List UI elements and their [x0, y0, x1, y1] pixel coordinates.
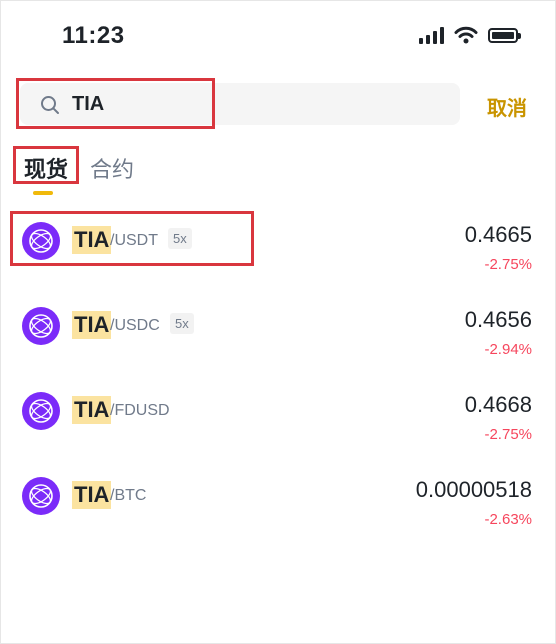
quote-asset: /BTC	[110, 487, 147, 504]
last-price: 0.4656	[464, 307, 532, 332]
tia-coin-icon	[22, 222, 60, 260]
last-price: 0.4665	[464, 222, 532, 247]
pair-row[interactable]: TIA /USDT 5x 0.4665 -2.75%	[0, 212, 556, 292]
leverage-badge: 5x	[168, 228, 192, 249]
last-price: 0.4668	[464, 392, 532, 417]
leverage-badge: 5x	[170, 313, 194, 334]
tia-coin-icon	[22, 477, 60, 515]
quote-asset: /USDT	[110, 232, 158, 249]
price-change: -2.63%	[484, 511, 532, 528]
pair-row[interactable]: TIA /BTC 0.00000518 -2.63%	[0, 467, 556, 547]
search-icon	[41, 96, 59, 114]
base-asset: TIA	[72, 396, 112, 424]
quote-asset: /USDC	[110, 317, 160, 334]
last-price: 0.00000518	[415, 477, 532, 502]
tab-spot[interactable]: 现货	[24, 152, 68, 184]
base-asset: TIA	[72, 481, 112, 509]
tia-coin-icon	[22, 307, 60, 345]
search-bar[interactable]: TIA	[20, 83, 460, 125]
wifi-icon	[454, 26, 478, 44]
tia-coin-icon	[22, 392, 60, 430]
status-icons	[419, 26, 521, 44]
price-change: -2.94%	[484, 341, 532, 358]
status-time: 11:23	[62, 22, 125, 49]
base-asset: TIA	[72, 226, 112, 254]
price-change: -2.75%	[484, 426, 532, 443]
tab-futures[interactable]: 合约	[90, 152, 134, 184]
pair-row[interactable]: TIA /FDUSD 0.4668 -2.75%	[0, 382, 556, 462]
price-change: -2.75%	[484, 256, 532, 273]
quote-asset: /FDUSD	[110, 402, 170, 419]
cancel-button[interactable]: 取消	[487, 92, 527, 121]
base-asset: TIA	[72, 311, 112, 339]
search-input[interactable]: TIA	[72, 93, 104, 116]
signal-icon	[419, 26, 444, 44]
battery-icon	[488, 27, 521, 43]
pair-row[interactable]: TIA /USDC 5x 0.4656 -2.94%	[0, 297, 556, 377]
tab-active-indicator	[33, 191, 53, 195]
